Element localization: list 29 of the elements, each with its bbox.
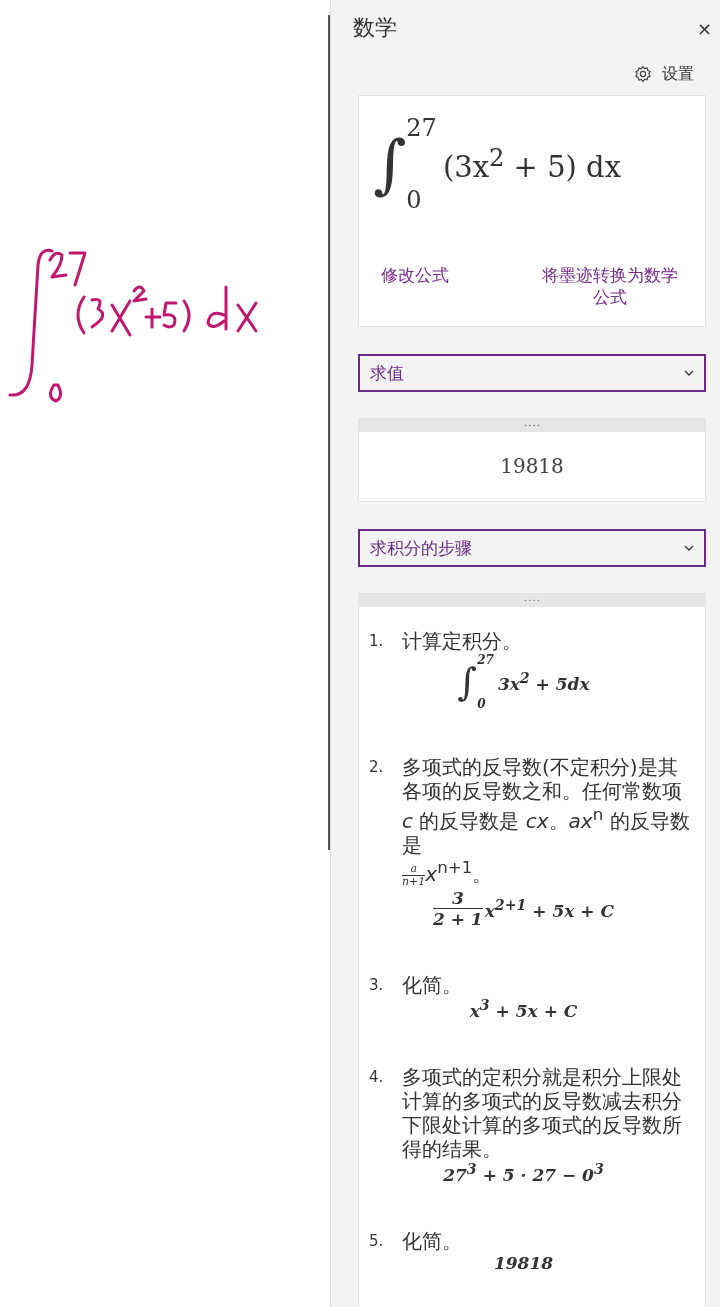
step-number: 5. — [369, 1230, 385, 1252]
step-number: 4. — [369, 1066, 385, 1088]
grip-handle[interactable] — [359, 594, 705, 607]
step-formula: 19818 — [492, 1252, 555, 1273]
step-number: 1. — [369, 631, 385, 652]
step-number: 3. — [369, 975, 385, 997]
steps-dropdown[interactable]: 求积分的步骤 — [358, 529, 706, 567]
action-dropdown[interactable]: 求值 — [358, 354, 706, 392]
settings-button[interactable]: 设置 — [634, 63, 706, 85]
step-text: 化简。 — [402, 973, 463, 998]
convert-ink-link[interactable]: 将墨迹转换为数学公式 — [535, 264, 685, 308]
grip-handle[interactable] — [359, 419, 705, 432]
step-text: 化简。 — [402, 1228, 463, 1253]
close-button[interactable]: × — [694, 17, 714, 39]
integral-sign: ∫ — [373, 132, 407, 196]
settings-icon — [634, 65, 652, 83]
dots-icon — [524, 424, 540, 427]
step-formula: x$^{3}$ + 5x + C — [468, 997, 579, 1021]
step-number: 2. — [369, 757, 385, 778]
edit-formula-link[interactable]: 修改公式 — [381, 264, 449, 286]
result-value: 19818 — [500, 454, 564, 478]
step-text: 多项式的定积分就是积分上限处计算的多项式的反导数减去积分下限处计算的多项式的反导数所得的结果。 — [402, 1064, 683, 1161]
chevron-down-icon — [684, 370, 694, 376]
dots-icon — [524, 599, 540, 602]
step-formula: 27$^{3}$ + 5 · 27 − 0$^{3}$ — [442, 1160, 605, 1185]
integral-sign: ∫ — [457, 660, 478, 704]
step-text: 计算定积分。 — [402, 629, 523, 653]
chevron-down-icon — [684, 545, 694, 551]
pane-title: 数学 — [353, 14, 397, 42]
